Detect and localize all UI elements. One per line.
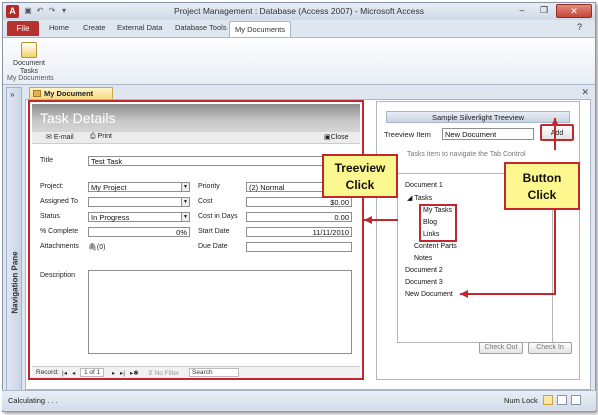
button-arrow-up-head: [551, 118, 559, 126]
button-arrow-down-head: [460, 290, 468, 298]
treeview-callout-line1: Treeview: [334, 161, 386, 175]
layout-view-icon[interactable]: [557, 395, 567, 405]
status-text: Calculating . . .: [8, 396, 58, 405]
design-view-icon[interactable]: [571, 395, 581, 405]
button-click-callout: Button Click: [504, 162, 580, 210]
button-callout-line1: Button: [522, 171, 562, 185]
form-view-icon[interactable]: [543, 395, 553, 405]
button-arrow-down-line: [460, 202, 556, 295]
num-lock-indicator: Num Lock: [504, 396, 538, 405]
treeview-callout-line2: Click: [345, 178, 375, 192]
treeview-click-callout: Treeview Click: [322, 154, 398, 198]
status-bar: Calculating . . . Num Lock: [2, 390, 596, 410]
button-callout-line2: Click: [527, 188, 557, 202]
treeview-arrow-head: [364, 216, 372, 224]
